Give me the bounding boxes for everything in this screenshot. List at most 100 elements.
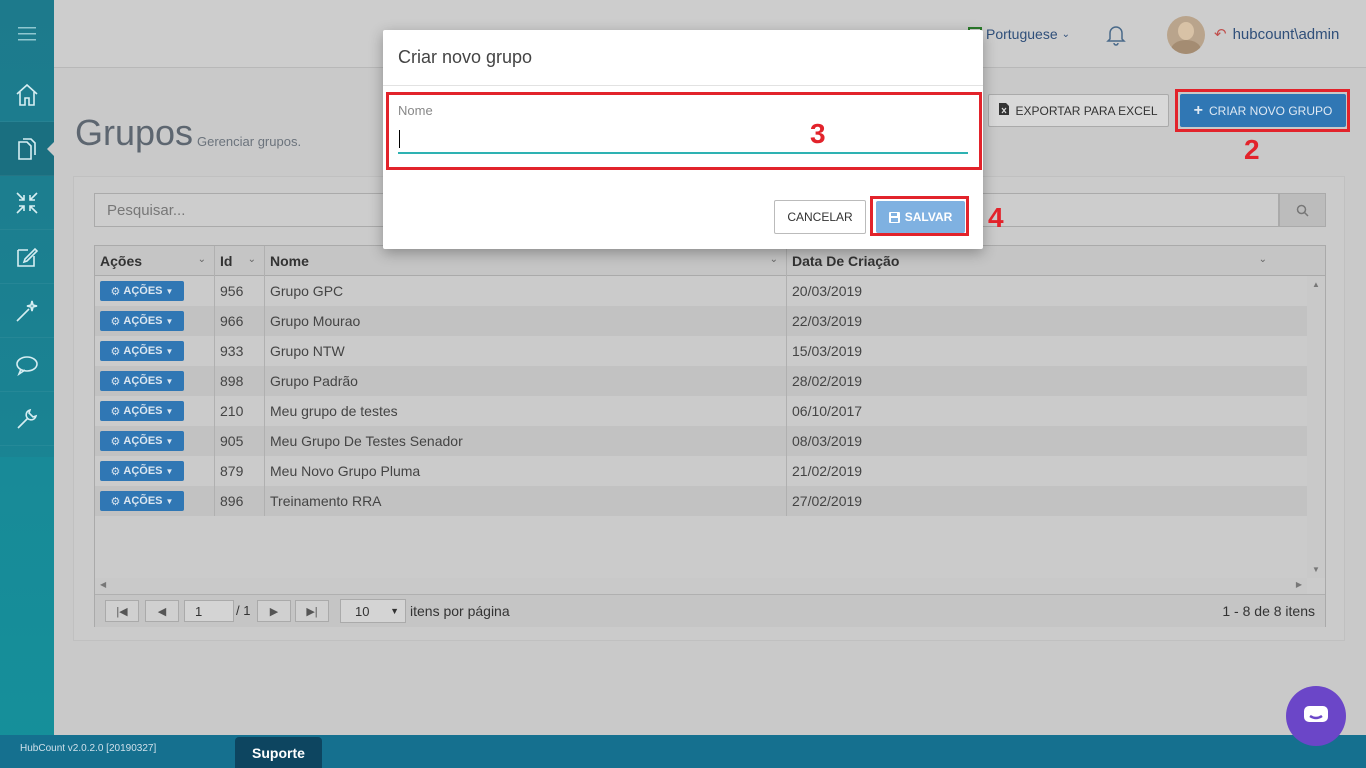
chevron-down-icon: ⌄ (197, 254, 206, 265)
actions-cell: ⚙ AÇÕES ▼ (95, 366, 215, 396)
table-row: ⚙ AÇÕES ▼ 210 Meu grupo de testes 06/10/2017 (95, 396, 1307, 426)
annotation-number: 4 (988, 202, 1004, 233)
actions-dropdown-button[interactable]: ⚙ AÇÕES ▼ (100, 341, 184, 361)
modal-title: Criar novo grupo (398, 47, 533, 67)
date-cell: 22/03/2019 (792, 313, 863, 329)
reply-icon: ↶ (1214, 26, 1227, 43)
actions-cell: ⚙ AÇÕES ▼ (95, 486, 215, 516)
id-cell: 933 (215, 336, 265, 366)
actions-dropdown-button[interactable]: ⚙ AÇÕES ▼ (100, 491, 184, 511)
page-input[interactable]: 1 (184, 600, 234, 622)
date-cell: 27/02/2019 (792, 493, 863, 509)
avatar[interactable] (1167, 16, 1205, 54)
caret-down-icon: ▼ (165, 316, 174, 326)
language-selector[interactable]: Portuguese ⌄ (968, 26, 1070, 42)
gear-icon: ⚙ (110, 375, 121, 388)
last-page-button[interactable]: ▶| (295, 600, 329, 622)
scroll-right-icon: ▶ (1295, 580, 1302, 589)
name-cell: Meu grupo de testes (265, 396, 787, 426)
caret-down-icon: ▼ (165, 376, 174, 386)
create-group-modal: Criar novo grupo Nome 3 CANCELAR SALVAR … (383, 30, 1004, 249)
annotation-number: 3 (810, 118, 826, 149)
gear-icon: ⚙ (110, 285, 121, 298)
actions-dropdown-button[interactable]: ⚙ AÇÕES ▼ (100, 461, 184, 481)
table-row: ⚙ AÇÕES ▼ 896 Treinamento RRA 27/02/2019 (95, 486, 1307, 516)
column-header-id[interactable]: Id ⌄ (215, 246, 265, 276)
name-cell: Grupo GPC (265, 276, 787, 306)
actions-dropdown-button[interactable]: ⚙ AÇÕES ▼ (100, 311, 184, 331)
first-page-button[interactable]: |◀ (105, 600, 139, 622)
modal-divider (383, 85, 983, 86)
cancel-button[interactable]: CANCELAR (774, 200, 866, 234)
version-label: HubCount v2.0.2.0 [20190327] (20, 743, 157, 754)
name-cell: Meu Novo Grupo Pluma (265, 456, 787, 486)
gear-icon: ⚙ (110, 495, 121, 508)
magic-wand-icon[interactable] (0, 284, 54, 338)
edit-icon[interactable] (0, 230, 54, 284)
wrench-icon[interactable] (0, 392, 54, 446)
export-excel-label: EXPORTAR PARA EXCEL (1015, 103, 1158, 118)
name-cell: Grupo Padrão (265, 366, 787, 396)
search-icon (1296, 204, 1309, 217)
search-button[interactable] (1279, 193, 1326, 227)
next-page-button[interactable]: ▶ (257, 600, 291, 622)
table-row: ⚙ AÇÕES ▼ 966 Grupo Mourao 22/03/2019 (95, 306, 1307, 336)
id-cell: 966 (215, 306, 265, 336)
column-header-acoes[interactable]: Ações ⌄ (95, 246, 215, 276)
vertical-scrollbar[interactable]: ▲ ▼ (1307, 276, 1325, 578)
horizontal-scrollbar[interactable]: ◀ ▶ (95, 578, 1307, 594)
highlight-box-save (870, 196, 969, 236)
bell-icon[interactable] (1106, 24, 1126, 51)
name-cell: Grupo NTW (265, 336, 787, 366)
id-cell: 905 (215, 426, 265, 456)
chevron-down-icon: ⌄ (1061, 28, 1070, 40)
per-page-label: itens por página (410, 603, 510, 619)
actions-dropdown-button[interactable]: ⚙ AÇÕES ▼ (100, 371, 184, 391)
gear-icon: ⚙ (110, 345, 121, 358)
actions-label: AÇÕES (123, 375, 163, 387)
scroll-up-icon: ▲ (1312, 280, 1320, 289)
scroll-left-icon: ◀ (100, 580, 107, 589)
column-header-data[interactable]: Data De Criação ⌄ (787, 246, 1275, 276)
documents-icon[interactable] (0, 122, 55, 176)
page-size-select[interactable]: 10 ▼ (340, 599, 406, 623)
actions-label: AÇÕES (123, 465, 163, 477)
grid-header: Ações ⌄ Id ⌄ Nome ⌄ Data De Criação ⌄ (95, 246, 1325, 276)
actions-cell: ⚙ AÇÕES ▼ (95, 396, 215, 426)
user-menu[interactable]: ↶ hubcount\admin (1214, 25, 1340, 44)
chat-bubble-icon[interactable] (0, 338, 54, 392)
user-name: hubcount\admin (1232, 25, 1340, 43)
language-label: Portuguese (986, 26, 1058, 42)
gear-icon: ⚙ (110, 465, 121, 478)
compress-icon[interactable] (0, 176, 54, 230)
prev-page-button[interactable]: ◀ (145, 600, 179, 622)
scroll-down-icon: ▼ (1312, 565, 1320, 574)
menu-icon[interactable] (0, 0, 54, 68)
actions-cell: ⚙ AÇÕES ▼ (95, 426, 215, 456)
actions-cell: ⚙ AÇÕES ▼ (95, 276, 215, 306)
table-row: ⚙ AÇÕES ▼ 905 Meu Grupo De Testes Senador 08/… (95, 426, 1307, 456)
support-tab[interactable]: Suporte (235, 737, 322, 768)
actions-dropdown-button[interactable]: ⚙ AÇÕES ▼ (100, 401, 184, 421)
caret-down-icon: ▼ (165, 286, 174, 296)
gear-icon: ⚙ (110, 315, 121, 328)
file-excel-icon (999, 103, 1010, 118)
highlight-box-name (386, 92, 982, 170)
actions-label: AÇÕES (123, 315, 163, 327)
chevron-down-icon: ⌄ (247, 254, 256, 265)
id-cell: 956 (215, 276, 265, 306)
gear-icon: ⚙ (110, 405, 121, 418)
chevron-down-icon: ⌄ (769, 254, 778, 265)
actions-dropdown-button[interactable]: ⚙ AÇÕES ▼ (100, 431, 184, 451)
chat-widget-button[interactable] (1286, 686, 1346, 746)
home-icon[interactable] (0, 68, 54, 122)
export-excel-button[interactable]: EXPORTAR PARA EXCEL (988, 94, 1169, 127)
caret-down-icon: ▼ (165, 346, 174, 356)
id-cell: 896 (215, 486, 265, 516)
caret-down-icon: ▼ (165, 406, 174, 416)
column-header-nome[interactable]: Nome ⌄ (265, 246, 787, 276)
actions-dropdown-button[interactable]: ⚙ AÇÕES ▼ (100, 281, 184, 301)
date-cell: 08/03/2019 (792, 433, 863, 449)
footer: HubCount v2.0.2.0 [20190327] Suporte (0, 735, 1366, 768)
table-row: ⚙ AÇÕES ▼ 879 Meu Novo Grupo Pluma 21/02/2019 (95, 456, 1307, 486)
